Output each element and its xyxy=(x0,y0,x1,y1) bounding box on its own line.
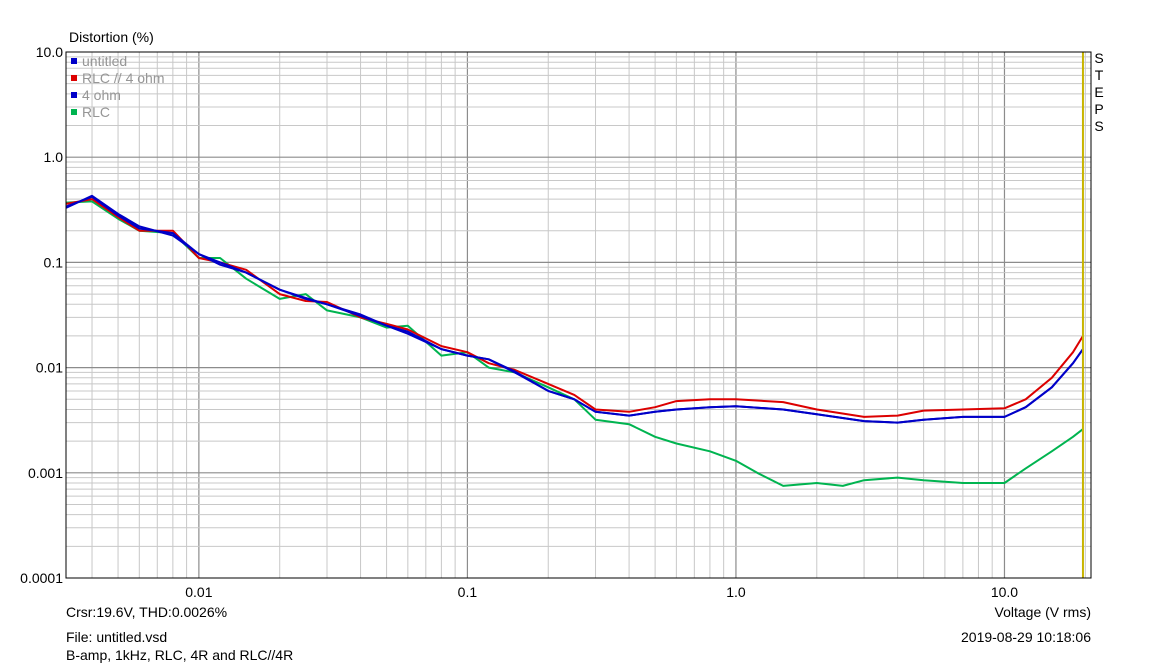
legend-swatch xyxy=(71,75,77,81)
legend-entry: RLC // 4 ohm xyxy=(82,70,164,86)
thd-chart: 10.0 1.0 0.1 0.01 0.001 0.0001 0.01 0.1 1.0 10.0 … xyxy=(20,44,1092,600)
file-name: File: untitled.vsd xyxy=(66,629,168,645)
legend-swatch xyxy=(71,92,77,98)
y-tick-label: 0.001 xyxy=(28,465,63,481)
legend-swatch xyxy=(71,109,77,115)
y-axis-label: Distortion (%) xyxy=(69,29,154,45)
timestamp: 2019-08-29 10:18:06 xyxy=(961,629,1091,645)
x-axis-label: Voltage (V rms) xyxy=(994,604,1091,620)
y-tick-label: 0.1 xyxy=(44,254,64,270)
steps-side-label: STEPS xyxy=(1094,50,1104,134)
y-tick-label: 0.0001 xyxy=(20,570,63,586)
y-tick-label: 0.01 xyxy=(36,360,63,376)
x-tick-label: 0.1 xyxy=(458,584,478,600)
x-tick-label: 0.01 xyxy=(185,584,212,600)
plot-border xyxy=(65,51,1092,579)
series-line-4-ohm xyxy=(65,194,1084,424)
series-lines xyxy=(65,194,1084,487)
tick-labels: 10.0 1.0 0.1 0.01 0.001 0.0001 0.01 0.1 1.0 10.0 xyxy=(20,44,1018,600)
legend-swatch xyxy=(71,58,77,64)
y-tick-label: 10.0 xyxy=(36,44,63,60)
legend-entry: untitled xyxy=(82,53,127,69)
legend-entry: 4 ohm xyxy=(82,87,121,103)
legend-entry: RLC xyxy=(82,104,110,120)
grid xyxy=(66,52,1091,578)
series-line-rlc xyxy=(65,200,1084,487)
cursor-readout: Crsr:19.6V, THD:0.0026% xyxy=(66,604,228,620)
measurement-description: B-amp, 1kHz, RLC, 4R and RLC//4R xyxy=(66,647,294,663)
x-tick-label: 10.0 xyxy=(991,584,1018,600)
y-tick-label: 1.0 xyxy=(44,149,64,165)
x-tick-label: 1.0 xyxy=(726,584,746,600)
